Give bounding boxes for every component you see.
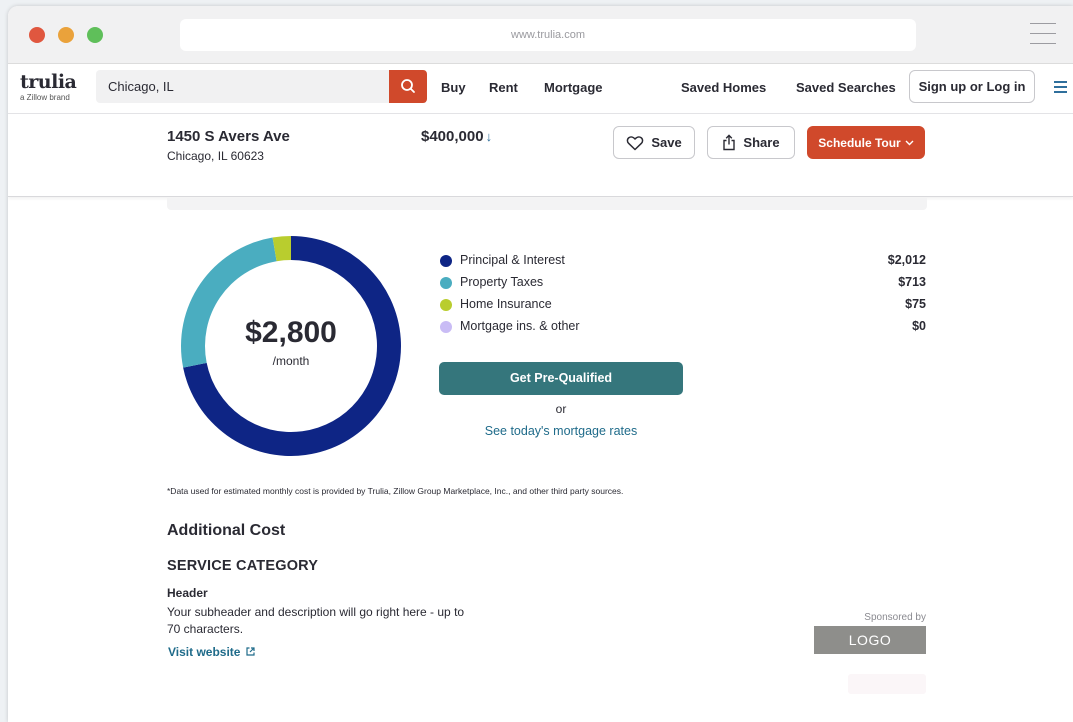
legend-dot xyxy=(440,255,452,267)
legend-mortgage-insurance: Mortgage ins. & other $0 xyxy=(440,318,926,336)
additional-cost-title: Additional Cost xyxy=(167,522,286,539)
data-disclaimer: *Data used for estimated monthly cost is… xyxy=(167,486,624,496)
legend-label: Principal & Interest xyxy=(460,253,565,267)
save-button[interactable]: Save xyxy=(613,126,695,159)
nav-saved-homes[interactable]: Saved Homes xyxy=(681,80,766,95)
service-category-heading: SERVICE CATEGORY xyxy=(167,558,319,574)
browser-window: www.trulia.com trulia a Zillow brand Chi… xyxy=(8,6,1073,722)
share-label: Share xyxy=(743,135,780,150)
legend-value: $713 xyxy=(898,275,926,289)
listing-city: Chicago, IL 60623 xyxy=(167,149,264,163)
search-input[interactable]: Chicago, IL xyxy=(96,70,426,103)
legend-dot xyxy=(440,321,452,333)
chevron-down-icon xyxy=(905,140,914,145)
nav-rent[interactable]: Rent xyxy=(489,80,518,95)
share-icon xyxy=(723,134,736,151)
or-separator: or xyxy=(555,402,567,416)
price-value: $400,000 xyxy=(421,128,484,145)
legend-dot xyxy=(440,277,452,289)
legend-home-insurance: Home Insurance $75 xyxy=(440,296,926,314)
sponsor-logo[interactable]: LOGO xyxy=(814,626,926,654)
price-down-icon: ↓ xyxy=(485,129,493,144)
legend-value: $75 xyxy=(905,297,926,311)
site-nav: trulia a Zillow brand Chicago, IL Buy Re… xyxy=(8,64,1073,114)
visit-website-label: Visit website xyxy=(168,645,241,659)
nav-buy[interactable]: Buy xyxy=(441,80,466,95)
monthly-payment-unit: /month xyxy=(272,354,310,368)
address-bar[interactable]: www.trulia.com xyxy=(180,19,916,51)
legend-label: Property Taxes xyxy=(460,275,544,289)
legend-label: Mortgage ins. & other xyxy=(460,319,580,333)
schedule-tour-button[interactable]: Schedule Tour xyxy=(807,126,925,159)
heart-icon xyxy=(627,135,644,150)
ad-header: Header xyxy=(167,586,208,600)
external-link-icon xyxy=(246,647,255,656)
login-button[interactable]: Sign up or Log in xyxy=(909,70,1035,103)
legend-dot xyxy=(440,299,452,311)
legend-principal-interest: Principal & Interest $2,012 xyxy=(440,252,926,270)
nav-saved-searches[interactable]: Saved Searches xyxy=(796,80,896,95)
listing-header: 1450 S Avers Ave Chicago, IL 60623 $400,… xyxy=(8,114,1073,197)
nav-mortgage[interactable]: Mortgage xyxy=(544,80,603,95)
legend-label: Home Insurance xyxy=(460,297,552,311)
legend-value: $0 xyxy=(912,319,926,333)
trulia-logo[interactable]: trulia a Zillow brand xyxy=(20,71,77,103)
visit-website-link[interactable]: Visit website xyxy=(168,645,255,659)
listing-address: 1450 S Avers Ave xyxy=(167,128,290,145)
legend-property-taxes: Property Taxes $713 xyxy=(440,274,926,292)
get-prequalified-button[interactable]: Get Pre-Qualified xyxy=(439,362,683,395)
menu-icon[interactable] xyxy=(1054,81,1067,93)
maximize-window-button[interactable] xyxy=(87,27,103,43)
faint-placeholder xyxy=(848,674,926,694)
search-button[interactable] xyxy=(389,70,427,103)
search-icon xyxy=(401,79,415,93)
monthly-payment-amount: $2,800 xyxy=(245,316,337,349)
section-divider xyxy=(167,198,927,210)
sponsored-by-label: Sponsored by xyxy=(864,612,926,623)
schedule-tour-label: Schedule Tour xyxy=(818,135,901,150)
save-label: Save xyxy=(651,135,682,150)
logo-tagline: a Zillow brand xyxy=(20,93,70,102)
minimize-window-button[interactable] xyxy=(58,27,74,43)
ad-description: Your subheader and description will go r… xyxy=(167,605,465,636)
close-window-button[interactable] xyxy=(29,27,45,43)
share-button[interactable]: Share xyxy=(707,126,795,159)
browser-chrome: www.trulia.com xyxy=(8,6,1073,64)
listing-price: $400,000 ↓ xyxy=(421,128,492,145)
browser-menu-icon[interactable] xyxy=(1030,23,1056,45)
legend-value: $2,012 xyxy=(887,253,926,267)
logo-wordmark: trulia xyxy=(20,71,77,93)
mortgage-rates-link[interactable]: See today's mortgage rates xyxy=(439,424,683,438)
